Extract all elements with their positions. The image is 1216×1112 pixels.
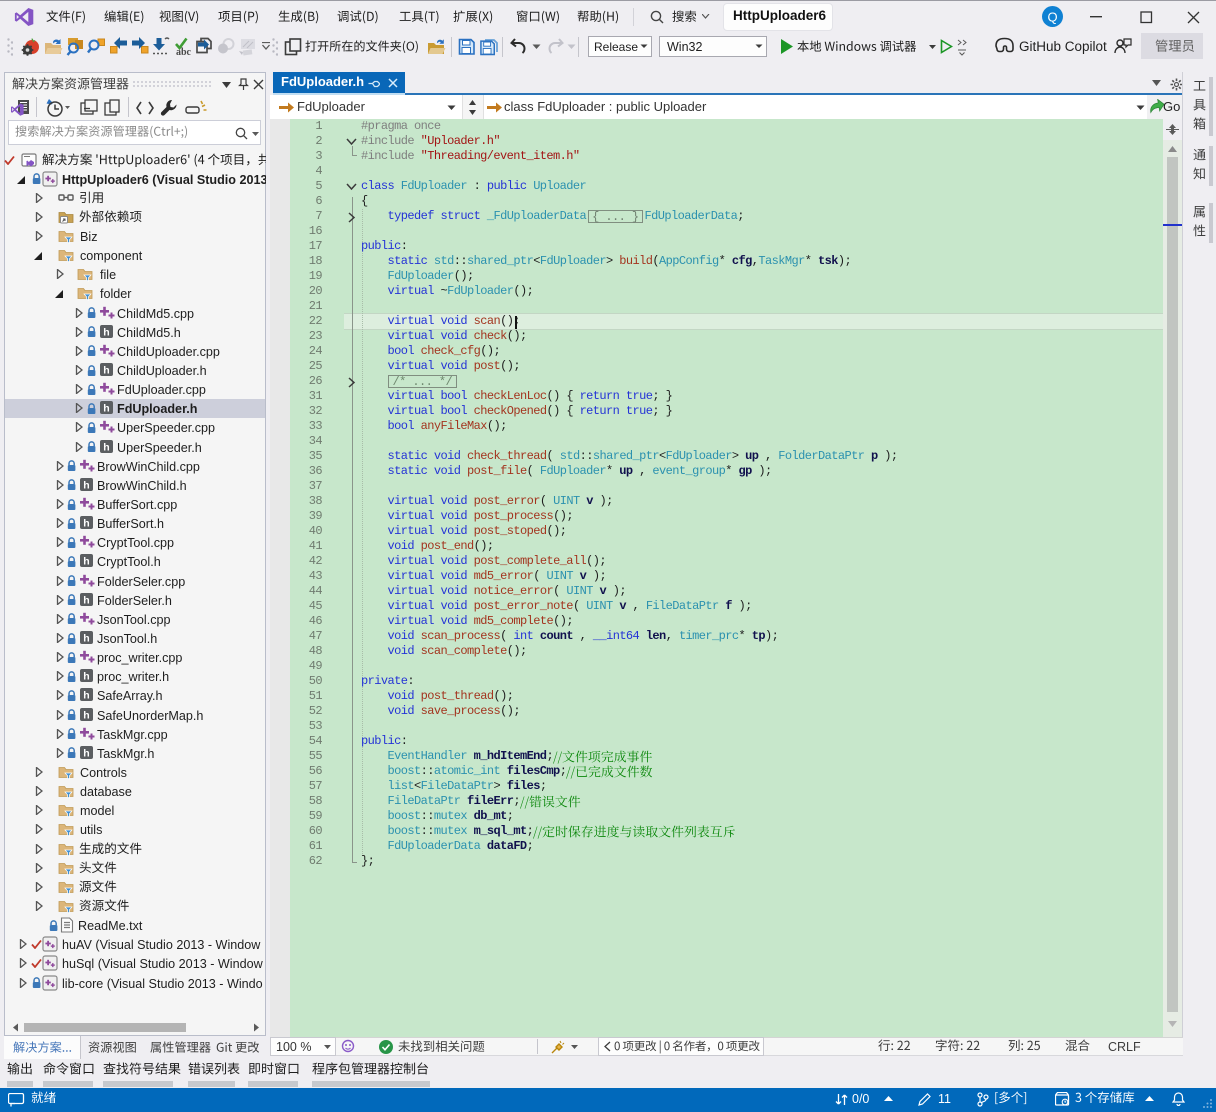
svg-text:h: h [83, 690, 89, 702]
svg-text:h: h [83, 556, 89, 568]
svg-text:h: h [83, 633, 89, 645]
svg-text:h: h [83, 479, 89, 491]
svg-text:h: h [83, 747, 89, 759]
svg-text:h: h [103, 365, 109, 377]
svg-text:abc: abc [176, 47, 192, 57]
svg-text:h: h [83, 709, 89, 721]
svg-text:h: h [83, 594, 89, 606]
svg-text:h: h [103, 326, 109, 338]
svg-text:h: h [103, 403, 109, 415]
svg-text:h: h [83, 671, 89, 683]
svg-text:Q: Q [1047, 10, 1057, 25]
svg-text:h: h [83, 518, 89, 530]
svg-text:h: h [103, 441, 109, 453]
